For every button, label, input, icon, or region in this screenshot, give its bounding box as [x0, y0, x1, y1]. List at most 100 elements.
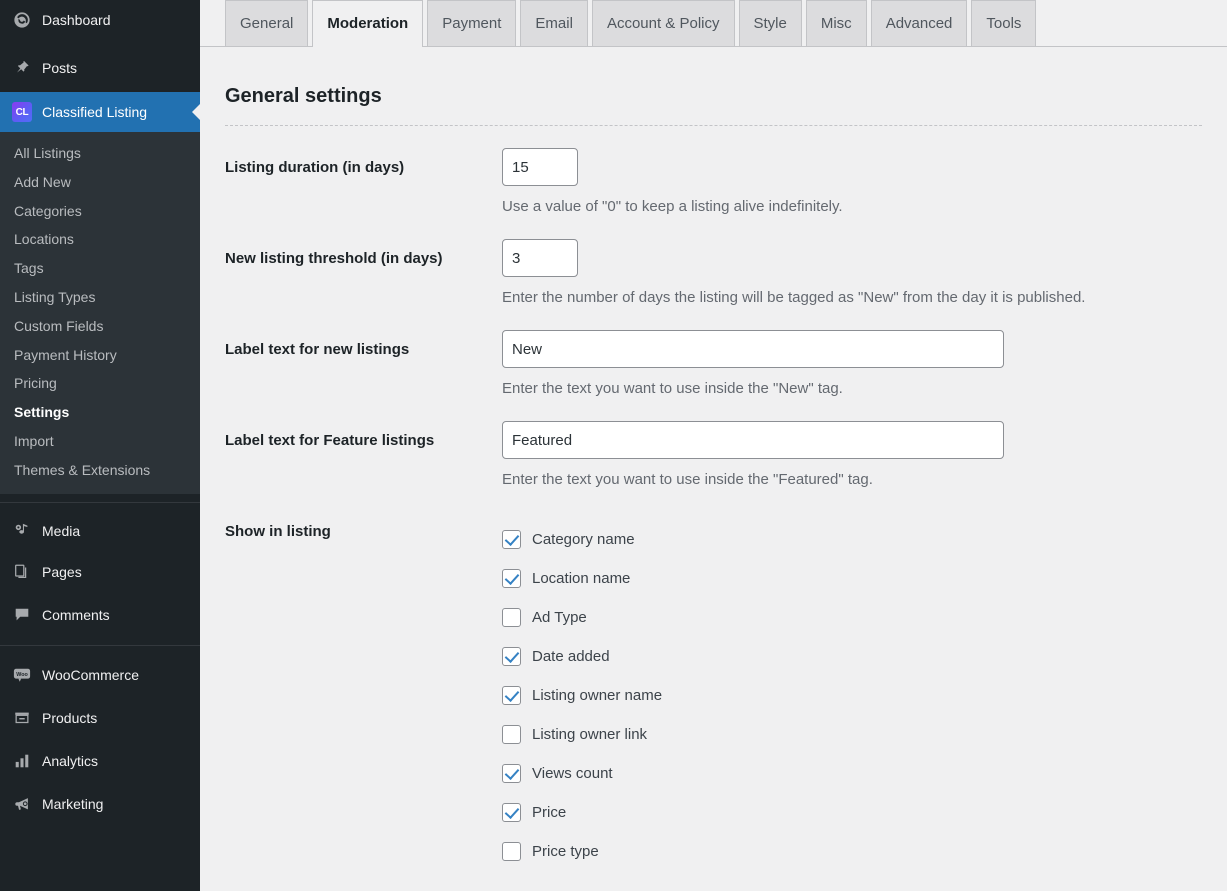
field-control: Enter the text you want to use inside th…: [502, 421, 1202, 490]
checkbox-row-listing-owner-name[interactable]: Listing owner name: [502, 676, 1202, 715]
tab-moderation[interactable]: Moderation: [312, 0, 424, 47]
sidebar-top-group: Dashboard Posts CL Classified Listing Al…: [0, 0, 200, 826]
checkbox-listing-owner-link[interactable]: [502, 725, 521, 744]
sidebar-subitem-custom-fields[interactable]: Custom Fields: [0, 312, 200, 341]
field-show-in-listing: Show in listing Category name Location n…: [225, 516, 1202, 871]
sidebar-subitem-listing-types[interactable]: Listing Types: [0, 283, 200, 312]
title-divider: [225, 125, 1202, 126]
checkbox-row-listing-owner-link[interactable]: Listing owner link: [502, 715, 1202, 754]
checkbox-row-ad-type[interactable]: Ad Type: [502, 598, 1202, 637]
checkbox-label: Price: [532, 804, 567, 821]
sidebar-item-products[interactable]: Products: [0, 697, 200, 740]
tab-email[interactable]: Email: [520, 0, 588, 46]
sidebar-subitem-locations[interactable]: Locations: [0, 225, 200, 254]
field-help-text: Use a value of "0" to keep a listing ali…: [502, 198, 843, 215]
sidebar-item-label: Marketing: [42, 796, 104, 813]
sidebar-subitem-settings[interactable]: Settings: [0, 398, 200, 427]
sidebar-item-media[interactable]: Media: [0, 511, 200, 551]
field-control: Enter the number of days the listing wil…: [502, 239, 1202, 308]
checkbox-category-name[interactable]: [502, 530, 521, 549]
checkbox-row-date-added[interactable]: Date added: [502, 637, 1202, 676]
field-new-listing-threshold: New listing threshold (in days) Enter th…: [225, 239, 1202, 308]
checkbox-date-added[interactable]: [502, 647, 521, 666]
checkbox-price-type[interactable]: [502, 842, 521, 861]
tab-payment[interactable]: Payment: [427, 0, 517, 46]
checkbox-row-location-name[interactable]: Location name: [502, 559, 1202, 598]
show-in-listing-options: Category name Location name Ad Type Date…: [502, 516, 1202, 871]
field-help-text: Enter the text you want to use inside th…: [502, 471, 873, 488]
media-icon: [11, 521, 33, 541]
field-control: Use a value of "0" to keep a listing ali…: [502, 148, 1202, 217]
checkbox-listing-owner-name[interactable]: [502, 686, 521, 705]
sidebar-subitem-import[interactable]: Import: [0, 427, 200, 456]
new-listing-threshold-input[interactable]: [502, 239, 578, 277]
field-label: New listing threshold (in days): [225, 250, 443, 267]
sidebar-item-woocommerce[interactable]: Woo WooCommerce: [0, 654, 200, 697]
label-text-new-listings-input[interactable]: [502, 330, 1004, 368]
sidebar-item-marketing[interactable]: Marketing: [0, 783, 200, 826]
field-label: Label text for Feature listings: [225, 432, 435, 449]
sidebar-item-classified-listing[interactable]: CL Classified Listing: [0, 92, 200, 132]
checkbox-ad-type[interactable]: [502, 608, 521, 627]
checkbox-row-price-type[interactable]: Price type: [502, 832, 1202, 871]
sidebar-item-label: Products: [42, 710, 98, 727]
listing-duration-input[interactable]: [502, 148, 578, 186]
sidebar-subitem-payment-history[interactable]: Payment History: [0, 341, 200, 370]
sidebar-spacer: [0, 40, 200, 49]
sidebar-item-analytics[interactable]: Analytics: [0, 740, 200, 783]
sidebar-item-label: Media: [42, 522, 81, 539]
tab-tools[interactable]: Tools: [971, 0, 1037, 46]
field-control: Enter the text you want to use inside th…: [502, 330, 1202, 399]
sidebar-subitem-add-new[interactable]: Add New: [0, 168, 200, 197]
main-content: General Moderation Payment Email Account…: [200, 0, 1227, 891]
sidebar-item-posts[interactable]: Posts: [0, 49, 200, 87]
field-help-text: Enter the text you want to use inside th…: [502, 380, 843, 397]
sidebar-item-label: Dashboard: [42, 12, 111, 28]
tab-account-policy[interactable]: Account & Policy: [591, 0, 735, 46]
field-label-text-new-listings: Label text for new listings Enter the te…: [225, 330, 1202, 399]
sidebar-item-label: Pages: [42, 564, 82, 581]
checkbox-label: Date added: [532, 648, 610, 665]
tab-advanced[interactable]: Advanced: [870, 0, 968, 46]
field-label: Label text for new listings: [225, 341, 410, 358]
checkbox-price[interactable]: [502, 803, 521, 822]
checkbox-location-name[interactable]: [502, 569, 521, 588]
classified-listing-submenu: All Listings Add New Categories Location…: [0, 132, 200, 494]
checkbox-label: Listing owner name: [532, 687, 663, 704]
sidebar-item-label: Analytics: [42, 753, 99, 770]
label-text-feature-listings-input[interactable]: [502, 421, 1004, 459]
tab-misc[interactable]: Misc: [805, 0, 867, 46]
checkbox-label: Ad Type: [532, 609, 587, 626]
tab-general[interactable]: General: [225, 0, 309, 46]
checkbox-label: Listing owner link: [532, 726, 648, 743]
checkbox-row-price[interactable]: Price: [502, 793, 1202, 832]
sidebar-subitem-all-listings[interactable]: All Listings: [0, 139, 200, 168]
page-title: General settings: [225, 85, 382, 107]
sidebar-subitem-pricing[interactable]: Pricing: [0, 369, 200, 398]
settings-tabbar: General Moderation Payment Email Account…: [200, 0, 1227, 47]
sidebar-subitem-tags[interactable]: Tags: [0, 254, 200, 283]
sidebar-item-pages[interactable]: Pages: [0, 551, 200, 594]
sidebar-item-label: WooCommerce: [42, 667, 139, 684]
sidebar-item-dashboard[interactable]: Dashboard: [0, 0, 200, 40]
woo-icon: Woo: [11, 665, 33, 685]
analytics-icon: [11, 751, 33, 771]
admin-sidebar: Dashboard Posts CL Classified Listing Al…: [0, 0, 200, 891]
pages-icon: [11, 562, 33, 582]
checkbox-label: Location name: [532, 570, 631, 587]
checkbox-views-count[interactable]: [502, 764, 521, 783]
field-help-text: Enter the number of days the listing wil…: [502, 289, 1086, 306]
checkbox-label: Price type: [532, 843, 599, 860]
sidebar-item-comments[interactable]: Comments: [0, 594, 200, 637]
sidebar-subitem-themes-extensions[interactable]: Themes & Extensions: [0, 456, 200, 485]
checkbox-label: Category name: [532, 531, 635, 548]
checkbox-label: Views count: [532, 765, 613, 782]
svg-text:Woo: Woo: [16, 672, 28, 678]
checkbox-row-category-name[interactable]: Category name: [502, 520, 1202, 559]
sidebar-item-label: Posts: [42, 60, 78, 76]
products-icon: [11, 708, 33, 728]
sidebar-divider: [0, 644, 200, 646]
sidebar-subitem-categories[interactable]: Categories: [0, 197, 200, 226]
tab-style[interactable]: Style: [738, 0, 802, 46]
checkbox-row-views-count[interactable]: Views count: [502, 754, 1202, 793]
